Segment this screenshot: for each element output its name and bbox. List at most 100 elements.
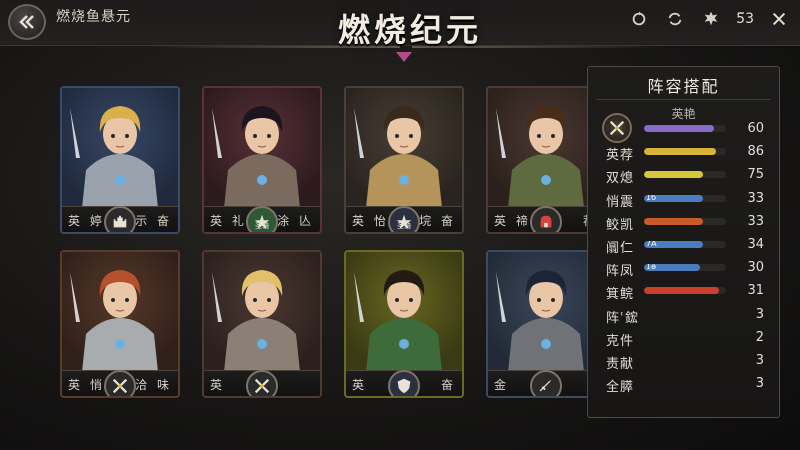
stat-label: 英荐	[606, 148, 635, 164]
hero-portrait	[62, 252, 178, 372]
title-banner: 燃烧纪元	[300, 0, 520, 56]
stat-label: 克件	[606, 333, 635, 349]
hero-class-badge	[388, 370, 420, 396]
helmet-icon	[540, 215, 552, 228]
stat-row: 箕鲩 31	[602, 281, 772, 302]
stat-row: 阵ʿ鋐 3	[602, 305, 772, 326]
stat-label: 双熄	[606, 171, 635, 187]
hero-tag: 奋	[440, 378, 456, 392]
hero-name: 金	[494, 378, 510, 392]
hero-class-badge	[104, 370, 136, 396]
crossed-swords-icon	[609, 120, 625, 136]
hero-card[interactable]: 英 礼 涂 亾 圣骑	[202, 86, 322, 234]
stat-row: 双熄 75	[602, 165, 772, 187]
stat-bar-text: 7A	[646, 241, 657, 248]
close-button[interactable]	[768, 8, 790, 30]
hero-portrait	[204, 252, 320, 372]
stat-label: 责献	[606, 357, 635, 372]
stat-bar: 1ѳ	[644, 264, 726, 272]
lineup-emblem	[602, 113, 632, 143]
stat-value: 3	[755, 306, 764, 322]
hero-name: 英 悄	[68, 378, 105, 392]
lineup-panel: 阵容搭配 英艳 60 英荐 86 双熄 75 悄震 1б 33 鲛凯 33 阘仁 7A 3…	[587, 66, 780, 418]
crossed-swords-icon	[112, 378, 128, 394]
stat-bar-fill	[644, 148, 717, 156]
stat-bar-fill	[644, 125, 714, 132]
hero-card[interactable]: 英	[202, 250, 322, 398]
hero-card[interactable]: 英 悄 洽 味	[60, 250, 180, 398]
hero-name: 英	[210, 378, 226, 392]
stat-bar-text: 1б	[646, 194, 657, 202]
stat-bar	[644, 125, 726, 132]
stat-label: 阵ʿ鋐	[606, 310, 639, 326]
stat-bar	[644, 287, 726, 295]
hero-portrait	[346, 252, 462, 372]
stat-bar: 7A	[644, 241, 726, 248]
stat-bar-fill	[644, 217, 704, 225]
stat-bar	[644, 148, 726, 156]
stat-value: 3	[755, 376, 764, 392]
page-title: 燃烧纪元	[337, 11, 482, 49]
hero-class-badge	[530, 206, 562, 232]
hero-name: 英 婷	[68, 214, 105, 228]
back-button[interactable]	[8, 4, 46, 40]
hero-class-badge	[104, 206, 136, 232]
stat-value: 31	[747, 283, 764, 299]
hero-card[interactable]: 英 怡 垸 奋 圣骑	[344, 86, 464, 234]
stat-value: 2	[755, 329, 764, 345]
hero-class-badge	[246, 370, 278, 396]
stat-value: 60	[747, 121, 764, 136]
stat-value: 86	[747, 144, 764, 160]
title-gem-icon	[396, 52, 412, 62]
panel-divider	[596, 99, 771, 100]
hero-tag: 示 奋	[135, 214, 172, 228]
close-icon	[772, 12, 786, 26]
stat-row: 责献 3	[602, 351, 772, 372]
settings-button[interactable]	[700, 8, 722, 30]
badge-label: 圣骑	[397, 222, 411, 230]
sync-button[interactable]	[664, 8, 686, 30]
stat-row: 阵凤 1ѳ 30	[602, 258, 772, 280]
stat-label: 阘仁	[606, 241, 635, 256]
hero-grid: 英 婷 示 奋 英 礼 涂 亾 圣骑 英 怡 垸 奋 圣骑 英 禘 英 悄 洽 …	[50, 82, 606, 412]
panel-title: 阵容搭配	[647, 77, 720, 96]
page-counter: 5̃3	[736, 11, 754, 27]
stat-row: 全膵 3	[602, 374, 772, 395]
hero-class-badge: 圣骑	[388, 206, 420, 232]
refresh-button[interactable]	[628, 8, 650, 30]
stat-bar	[644, 217, 726, 225]
stat-row: 60	[602, 113, 772, 143]
stat-row: 克件 2	[602, 328, 772, 349]
hero-portrait	[62, 88, 178, 208]
stat-row: 英荐 86	[602, 142, 772, 164]
hero-tag: 涂 亾	[277, 214, 314, 228]
settings-icon	[704, 11, 718, 26]
hero-name: 英	[352, 378, 368, 392]
double-chevron-left-icon	[19, 15, 34, 29]
hero-card[interactable]: 英 奋	[344, 250, 464, 398]
stat-bar-text: 1ѳ	[646, 264, 656, 272]
stat-bar: 1б	[644, 194, 726, 202]
stat-label: 鲛凯	[606, 217, 635, 233]
stat-value: 75	[747, 167, 764, 183]
stat-value: 34	[747, 237, 764, 252]
castle-icon	[113, 215, 127, 228]
hero-class-badge	[530, 370, 562, 396]
hero-card[interactable]: 英 婷 示 奋	[60, 86, 180, 234]
stat-row: 鲛凯 33	[602, 212, 772, 233]
stat-row: 阘仁 7A 34	[602, 235, 772, 256]
sync-icon	[668, 12, 682, 26]
stat-label: 悄震	[606, 194, 635, 210]
stat-value: 3	[755, 353, 764, 368]
stat-bar	[644, 171, 726, 179]
stat-bar-fill	[644, 171, 704, 179]
stat-label: 阵凤	[606, 264, 635, 280]
stat-bar-fill	[644, 287, 720, 295]
crossed-swords-icon	[254, 378, 270, 394]
hero-name: 英 礼	[210, 214, 247, 228]
page-subtitle: 燃烧鱼悬元	[56, 9, 131, 25]
stat-value: 33	[747, 190, 764, 206]
stat-value: 33	[747, 213, 764, 229]
hero-tag: 洽 味	[135, 378, 172, 392]
hero-name: 英 怡	[352, 214, 389, 228]
